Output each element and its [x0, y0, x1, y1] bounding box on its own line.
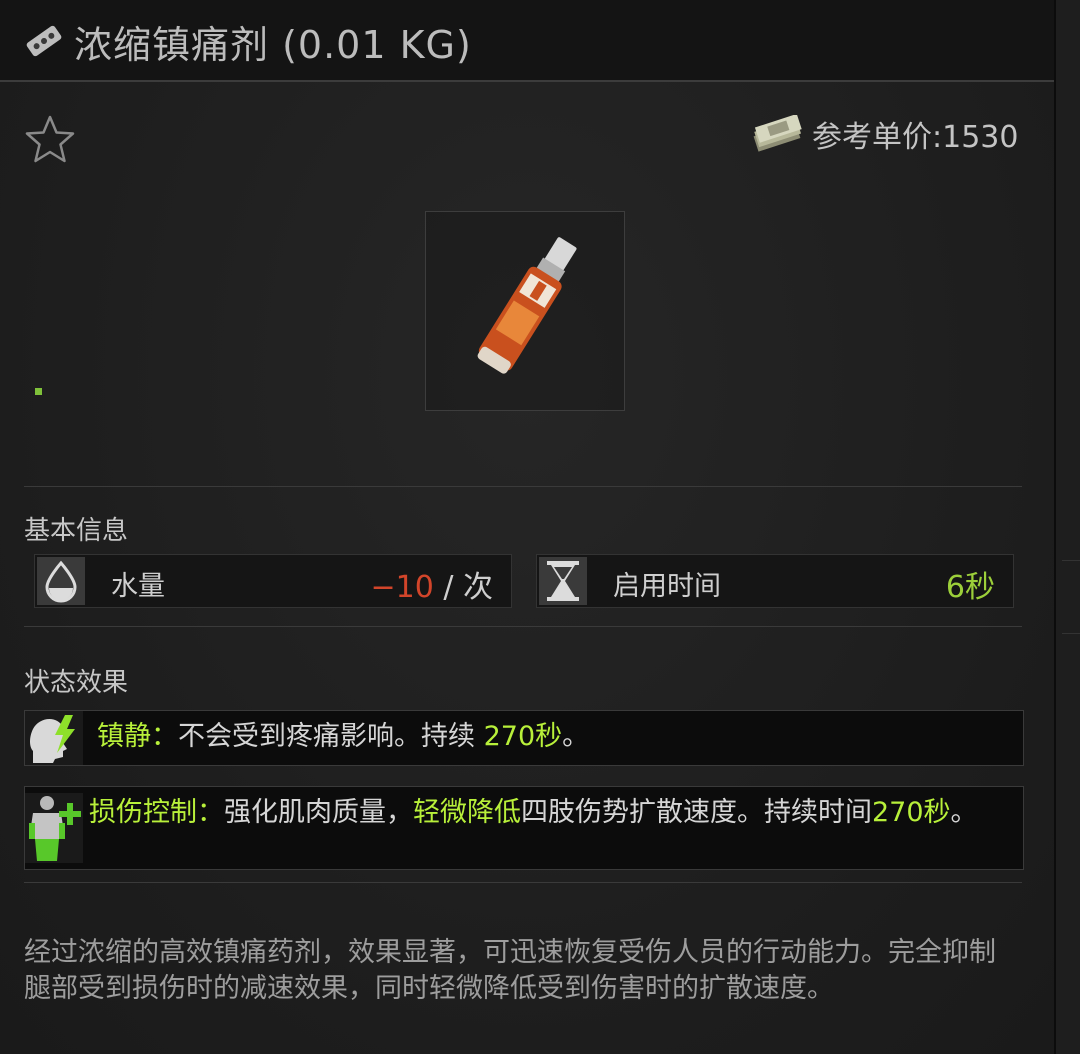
effect-row-sedation: 镇静：不会受到疼痛影响。持续 270秒。: [24, 710, 1024, 766]
divider: [24, 486, 1022, 487]
item-title: 浓缩镇痛剂 (0.01 KG): [74, 23, 472, 67]
stat-label: 水量: [111, 571, 165, 602]
effect-description-pre: 强化肌肉质量，: [224, 797, 413, 828]
divider: [24, 882, 1022, 883]
head-lightning-icon: [25, 711, 83, 765]
pill-blister-icon: [26, 25, 62, 57]
stat-value-unit: / 次: [443, 570, 493, 605]
money-stack-icon: [753, 115, 802, 152]
effect-description-post: 四肢伤势扩散速度。持续时间: [521, 797, 872, 828]
stat-value-number: −10: [370, 570, 434, 605]
item-description: 经过浓缩的高效镇痛药剂，效果显著，可迅速恢复受伤人员的行动能力。完全抑制腿部受到…: [24, 937, 996, 1004]
effect-highlight: 轻微降低: [413, 797, 521, 828]
effect-end: 。: [950, 797, 978, 828]
painkiller-tube-image: [477, 237, 577, 374]
body-plus-icon: [25, 793, 83, 863]
effect-end: 。: [562, 721, 590, 752]
stat-hydration: 水量 −10 / 次: [34, 554, 512, 608]
hourglass-icon: [539, 557, 587, 605]
effect-duration: 270秒: [483, 721, 563, 752]
divider: [24, 626, 1022, 627]
stat-value: 6秒: [945, 570, 995, 605]
item-image-frame: [425, 211, 625, 411]
stat-label: 启用时间: [613, 571, 721, 602]
water-drop-icon: [37, 557, 85, 605]
star-outline-icon[interactable]: [24, 114, 76, 164]
title-bar: 浓缩镇痛剂 (0.01 KG): [0, 0, 1054, 82]
status-indicator-dot: [35, 388, 42, 395]
effect-duration: 270: [872, 797, 924, 828]
scroll-thumb[interactable]: [1062, 560, 1080, 634]
effect-row-damage-control: 损伤控制：强化肌肉质量，轻微降低四肢伤势扩散速度。持续时间270秒。: [24, 786, 1024, 870]
status-effects-heading: 状态效果: [24, 668, 129, 698]
effect-text: 镇静：不会受到疼痛影响。持续 270秒。: [97, 719, 993, 755]
effect-name: 镇静：: [97, 721, 178, 752]
effect-duration-unit: 秒: [923, 797, 951, 828]
effect-text: 损伤控制：强化肌肉质量，轻微降低四肢伤势扩散速度。持续时间270秒。: [89, 795, 993, 831]
effect-name: 损伤控制：: [89, 797, 224, 828]
stat-value: −10 / 次: [370, 562, 493, 606]
basic-info-heading: 基本信息: [24, 516, 129, 546]
scroll-edge[interactable]: [1054, 0, 1080, 1054]
effect-description: 不会受到疼痛影响。持续: [178, 721, 484, 752]
reference-price: 参考单价:1530: [812, 120, 1019, 155]
stat-use-time: 启用时间 6秒: [536, 554, 1014, 608]
